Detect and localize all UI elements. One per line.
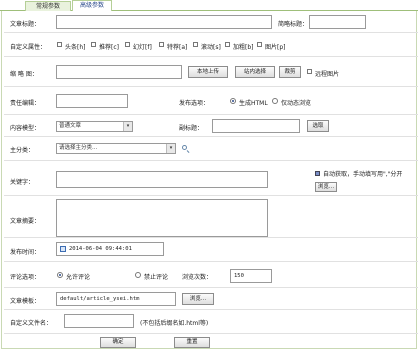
template-input[interactable]: default/article_ysei.htm <box>56 292 176 306</box>
custom-filename-hint: (不包括后缀名如.html等) <box>140 320 209 327</box>
publish-time-row: 发布时间： 2014-06-04 09:44:01 <box>4 238 418 262</box>
attr-slide-checkbox[interactable] <box>125 42 130 47</box>
remote-image-checkbox[interactable] <box>307 69 312 74</box>
attr-headline-label: 头条[h] <box>65 44 86 51</box>
title-input[interactable] <box>56 15 272 29</box>
comment-allow-label: 允许评论 <box>66 274 91 281</box>
attr-scroll-label: 滚动[s] <box>201 44 221 51</box>
title-row: 文章标题： 简略标题： <box>4 11 418 33</box>
auto-keywords-label: 自动获取，手动填写用","分开 <box>323 171 403 178</box>
tab-bar: 常规参数 高级参数 <box>0 0 418 11</box>
crop-button[interactable]: 裁剪 <box>279 66 301 78</box>
comment-deny-label: 禁止评论 <box>144 274 169 281</box>
thumbnail-input[interactable] <box>56 65 182 79</box>
author-input[interactable] <box>56 94 128 108</box>
template-row: 文章模板： default/article_ysei.htm 浏览... <box>4 288 418 310</box>
publish-html-label: 生成HTML <box>239 100 268 107</box>
auto-keywords-checkbox[interactable] <box>315 171 320 176</box>
comment-row: 评论选项： 允许评论 禁止评论 浏览次数： 150 <box>4 262 418 288</box>
publish-html-radio[interactable] <box>230 98 236 104</box>
attr-slide-label: 幻灯[f] <box>133 44 152 51</box>
publish-dynamic-label: 仅动态浏览 <box>281 100 312 107</box>
title-label: 文章标题： <box>10 21 41 28</box>
confirm-button[interactable]: 确定 <box>100 337 136 348</box>
thumbnail-label: 缩 略 图： <box>10 71 38 78</box>
short-title-input[interactable] <box>309 15 366 29</box>
publish-time-input[interactable]: 2014-06-04 09:44:01 <box>56 242 164 256</box>
custom-filename-input[interactable] <box>64 314 134 328</box>
local-upload-button[interactable]: 本地上传 <box>188 66 228 78</box>
attr-special-label: 特荐[a] <box>167 44 188 51</box>
attr-headline-checkbox[interactable] <box>57 42 62 47</box>
summary-row: 文章摘要： <box>4 196 418 238</box>
template-browse-button[interactable]: 浏览... <box>182 293 214 305</box>
main-category-select[interactable]: 请选择主分类... ▾ <box>56 143 176 154</box>
search-icon[interactable] <box>182 145 187 150</box>
chevron-down-icon: ▾ <box>166 144 175 153</box>
thumbnail-row: 缩 略 图： 本地上传 站内选择 裁剪 远程图片 <box>4 57 418 87</box>
content-model-select[interactable]: 普通文章 ▾ <box>56 121 133 132</box>
main-category-row: 主分类： 请选择主分类... ▾ <box>4 137 418 161</box>
attr-recommend-checkbox[interactable] <box>91 42 96 47</box>
keywords-label: 关键字： <box>10 179 35 186</box>
main-category-value: 请选择主分类... <box>59 145 98 151</box>
form-frame: 文章标题： 简略标题： 自定义属性： 头条[h] 推荐[c] 幻灯[f] 特荐[… <box>1 11 418 349</box>
publish-option-label: 发布选项： <box>179 100 210 107</box>
attr-special-checkbox[interactable] <box>159 42 164 47</box>
subtitle-input[interactable] <box>212 119 300 133</box>
main-category-label: 主分类： <box>10 147 35 154</box>
attr-picture-checkbox[interactable] <box>257 42 262 47</box>
attr-bold-checkbox[interactable] <box>225 42 230 47</box>
tab-general[interactable]: 常规参数 <box>25 1 71 11</box>
reset-button[interactable]: 重置 <box>174 337 210 348</box>
short-title-label: 简略标题： <box>278 21 309 28</box>
content-model-value: 普通文章 <box>59 123 82 129</box>
calendar-icon <box>60 246 66 252</box>
publish-time-label: 发布时间： <box>10 249 41 256</box>
comment-option-label: 评论选项： <box>10 274 41 281</box>
tab-advanced[interactable]: 高级参数 <box>72 0 112 11</box>
author-row: 责任编辑： 发布选项： 生成HTML 仅动态浏览 <box>4 87 418 115</box>
publish-dynamic-radio[interactable] <box>272 98 278 104</box>
summary-label: 文章摘要： <box>10 218 41 225</box>
summary-textarea[interactable] <box>56 199 268 237</box>
subtitle-pick-button[interactable]: 选取 <box>307 120 329 132</box>
comment-deny-radio[interactable] <box>135 272 141 278</box>
attr-recommend-label: 推荐[c] <box>99 44 119 51</box>
chevron-down-icon: ▾ <box>123 122 132 131</box>
template-label: 文章模板： <box>10 298 41 305</box>
attr-bold-label: 加粗[b] <box>233 44 254 51</box>
form-footer: 确定 重置 <box>4 333 418 349</box>
click-count-label: 浏览次数： <box>182 274 213 281</box>
comment-allow-radio[interactable] <box>57 272 63 278</box>
remote-image-label: 远程图片 <box>315 71 340 78</box>
keywords-textarea[interactable] <box>56 171 268 188</box>
click-count-input[interactable]: 150 <box>230 269 272 283</box>
attributes-label: 自定义属性： <box>10 44 47 51</box>
content-model-row: 内容模型： 普通文章 ▾ 副标题： 选取 <box>4 115 418 137</box>
subtitle-label: 副标题： <box>179 125 204 132</box>
custom-filename-row: 自定义文件名： (不包括后缀名如.html等) <box>4 310 418 332</box>
author-label: 责任编辑： <box>10 100 41 107</box>
keywords-row: 关键字： 自动获取，手动填写用","分开 浏览... <box>4 161 418 196</box>
site-select-button[interactable]: 站内选择 <box>235 66 275 78</box>
content-model-label: 内容模型： <box>10 125 41 132</box>
attributes-row: 自定义属性： 头条[h] 推荐[c] 幻灯[f] 特荐[a] 滚动[s] 加粗[… <box>4 33 418 57</box>
keywords-browse-button[interactable]: 浏览... <box>315 182 337 192</box>
attr-scroll-checkbox[interactable] <box>193 42 198 47</box>
custom-filename-label: 自定义文件名： <box>10 320 53 327</box>
attr-picture-label: 图片[p] <box>265 44 286 51</box>
